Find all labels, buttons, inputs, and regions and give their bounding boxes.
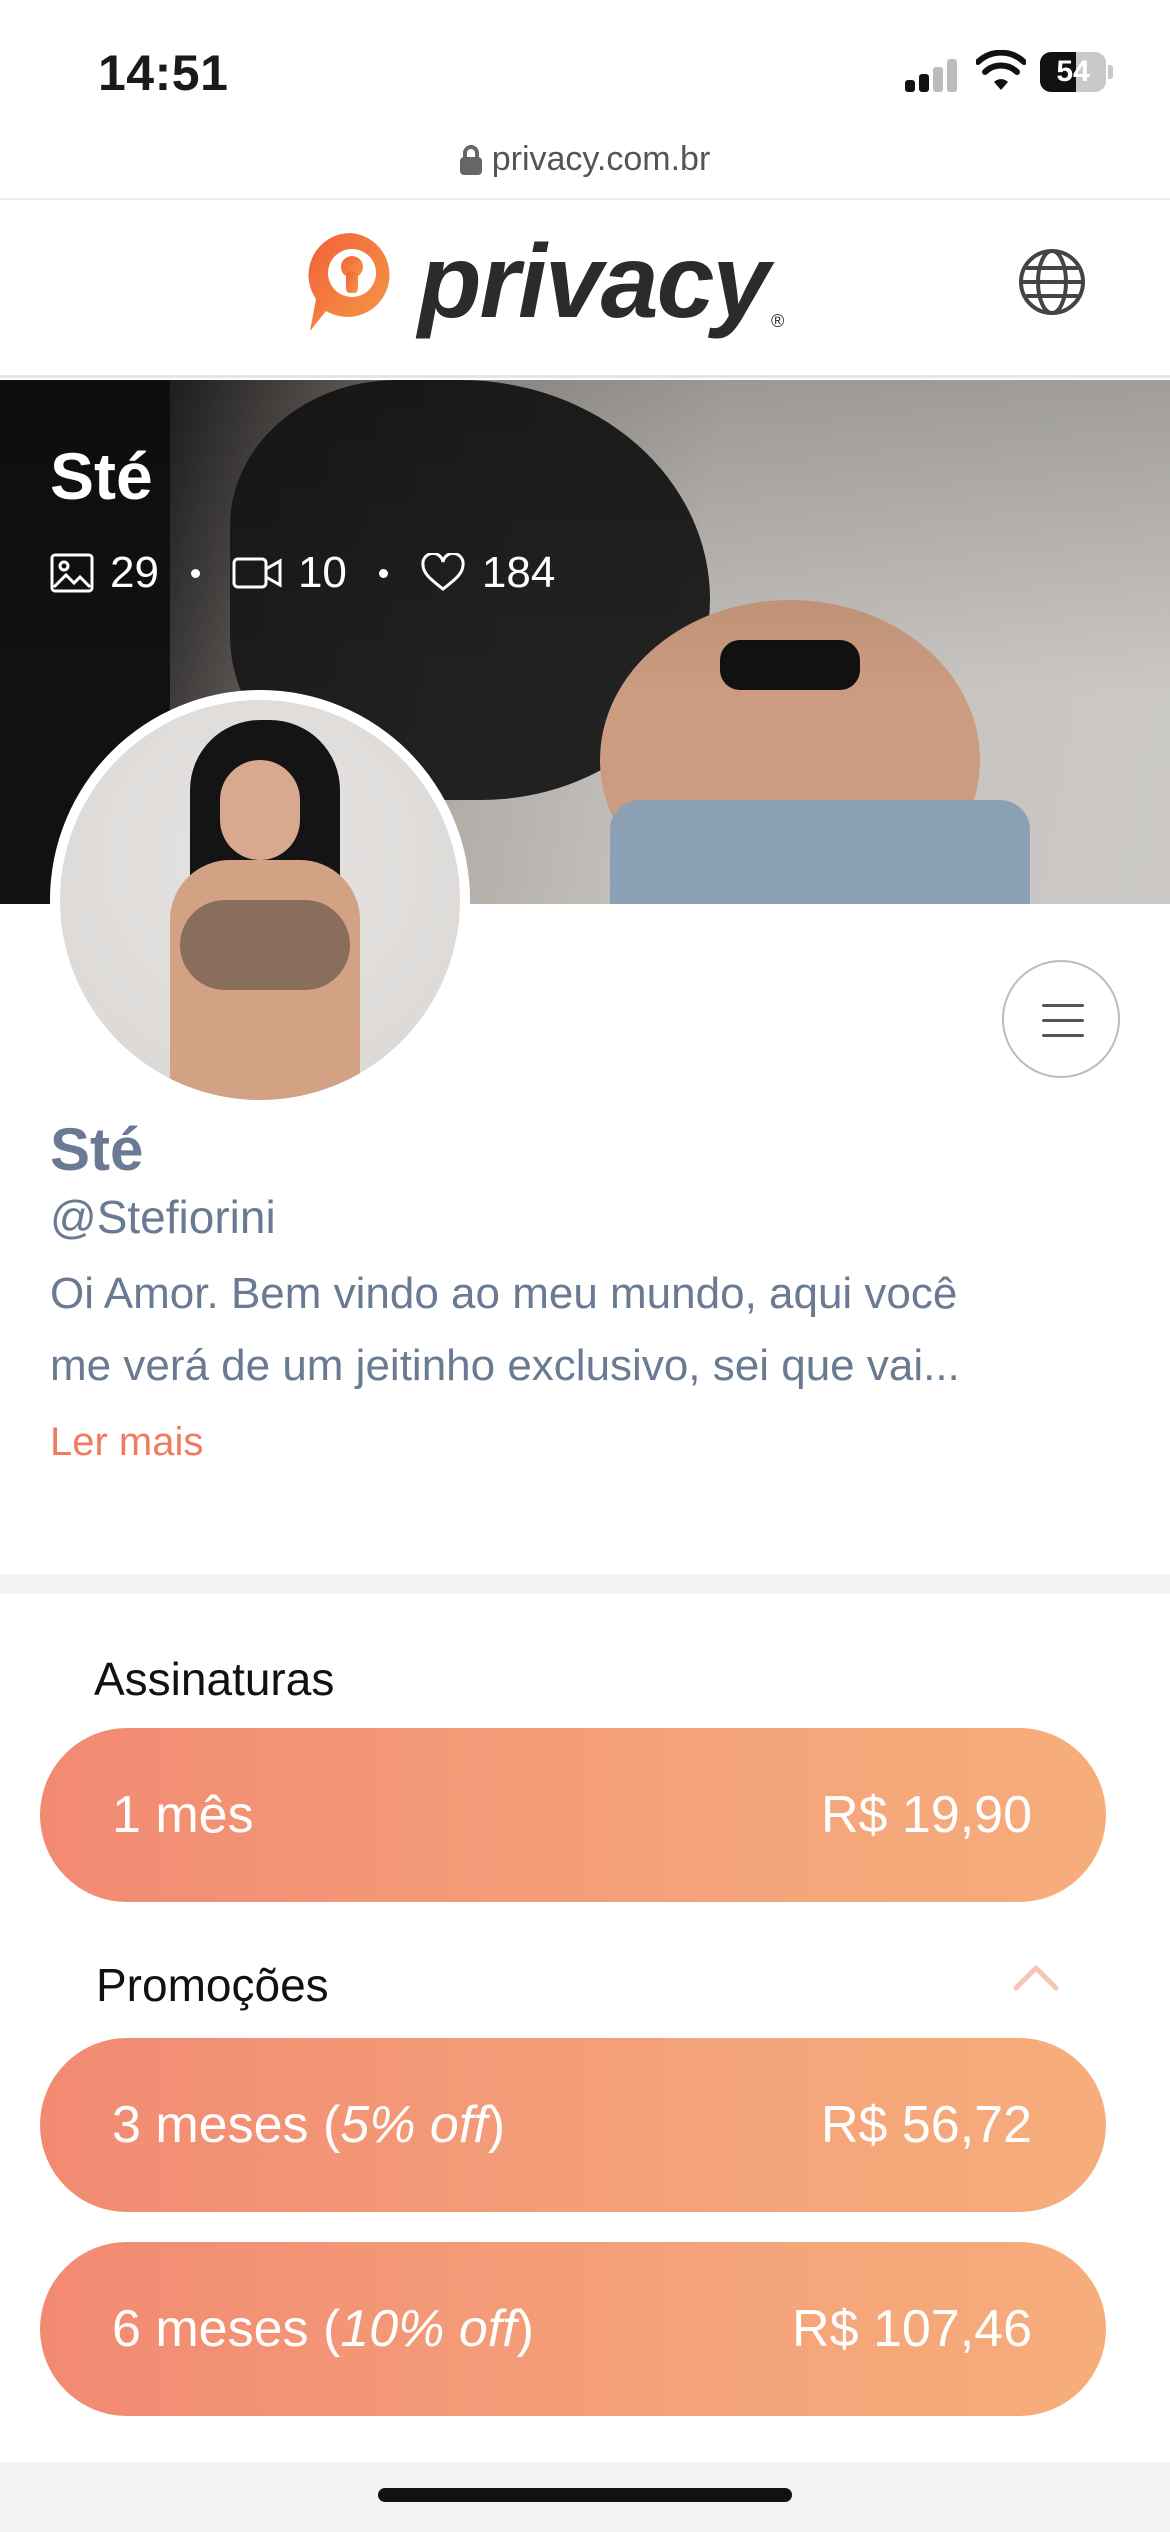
battery-icon: 54 <box>1040 52 1113 92</box>
globe-icon[interactable] <box>1016 246 1088 318</box>
promotion-3-months-button[interactable]: 3 meses (5% off) R$ 56,72 <box>40 2038 1106 2212</box>
heart-icon <box>421 553 465 591</box>
subscription-1-month-button[interactable]: 1 mês R$ 19,90 <box>40 1728 1106 1902</box>
profile-name: Sté <box>50 1116 144 1183</box>
profile-handle: @Stefiorini <box>50 1191 276 1243</box>
plan-label: 3 meses (5% off) <box>112 2096 506 2154</box>
lock-icon <box>459 144 482 175</box>
status-time: 14:51 <box>98 45 229 101</box>
promotion-6-months-button[interactable]: 6 meses (10% off) R$ 107,46 <box>40 2242 1106 2416</box>
plan-label: 1 mês <box>112 1786 254 1844</box>
plan-price: R$ 19,90 <box>820 1786 1032 1844</box>
videos-stat: 10 <box>232 548 347 598</box>
avatar[interactable] <box>50 690 470 1110</box>
battery-level: 54 <box>1056 55 1090 88</box>
bio-line: me verá de um jeitinho exclusivo, sei qu… <box>50 1341 960 1390</box>
promotions-title: Promoções <box>96 1959 329 2011</box>
status-bar: 14:51 54 <box>0 0 1170 140</box>
photos-count: 29 <box>110 548 159 597</box>
profile-bio: Oi Amor. Bem vindo ao meu mundo, aqui vo… <box>50 1258 1130 1402</box>
registered-mark: ® <box>771 310 785 331</box>
cover-name: Sté <box>50 439 153 513</box>
bio-line: Oi Amor. Bem vindo ao meu mundo, aqui vo… <box>50 1269 958 1318</box>
plan-price: R$ 107,46 <box>792 2300 1032 2358</box>
brand-logo[interactable]: privacy ® <box>300 222 784 342</box>
likes-stat: 184 <box>420 548 555 598</box>
brand-name: privacy <box>418 223 770 340</box>
video-icon <box>232 557 282 589</box>
plan-label: 6 meses (10% off) <box>112 2300 534 2358</box>
cover-stats: 29 10 184 <box>50 548 555 598</box>
privacy-logo-icon <box>308 233 390 331</box>
section-divider <box>0 1574 1170 1594</box>
url-bar[interactable]: privacy.com.br <box>0 140 1170 200</box>
home-indicator[interactable] <box>378 2488 792 2502</box>
cellular-signal-icon <box>905 58 959 92</box>
subscriptions-title: Assinaturas <box>94 1653 335 1705</box>
photos-stat: 29 <box>50 548 159 598</box>
likes-count: 184 <box>481 548 556 597</box>
plan-price: R$ 56,72 <box>820 2096 1032 2154</box>
plan-discount: 10% off <box>340 2300 517 2358</box>
wifi-icon <box>976 50 1026 90</box>
url-text[interactable]: privacy.com.br <box>492 140 711 179</box>
read-more-link[interactable]: Ler mais <box>50 1420 203 1465</box>
chevron-up-icon[interactable] <box>1010 1962 1062 1992</box>
menu-button[interactable] <box>1002 960 1120 1078</box>
videos-count: 10 <box>297 548 347 597</box>
site-header: privacy ® <box>0 202 1170 378</box>
plan-discount: 5% off <box>340 2096 488 2154</box>
image-icon <box>50 553 94 593</box>
